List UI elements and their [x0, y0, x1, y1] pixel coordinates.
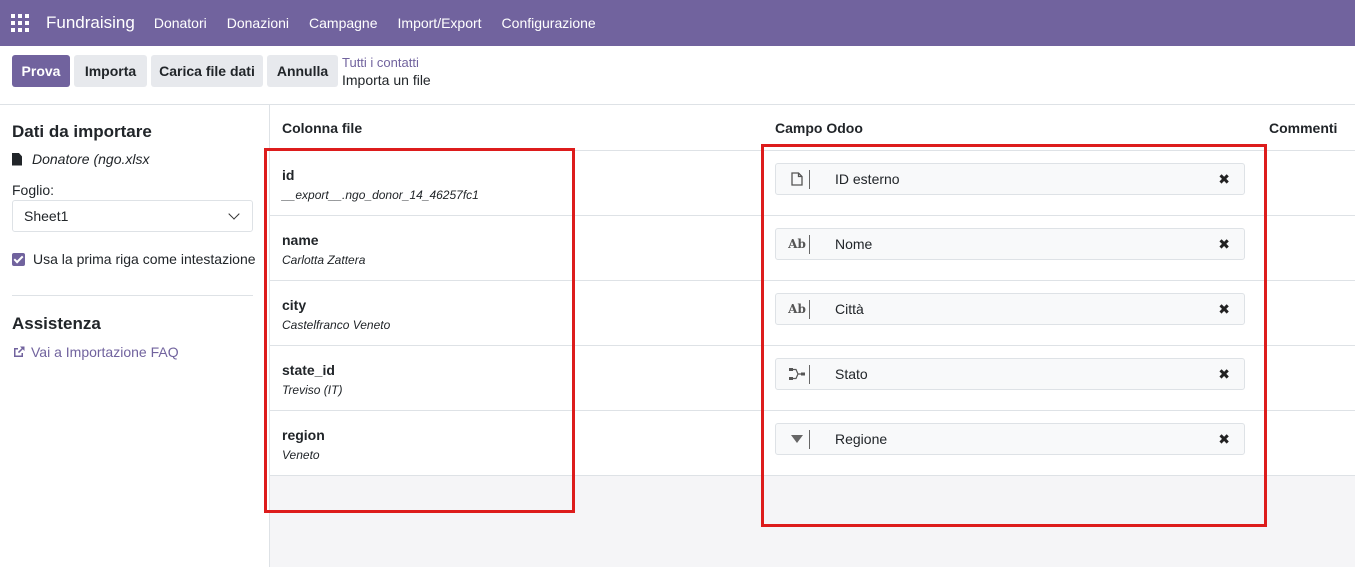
table-row: id __export__.ngo_donor_14_46257fc1 ID e…	[270, 151, 1355, 216]
sidebar-title: Dati da importare	[12, 122, 152, 141]
sheet-select[interactable]: Sheet1	[12, 200, 253, 232]
header-row-option[interactable]: Usa la prima riga come intestazione	[12, 251, 256, 267]
table-row: region Veneto Regione ✖	[270, 411, 1355, 476]
field-separator	[809, 170, 810, 189]
upload-file-button[interactable]: Carica file dati	[151, 55, 263, 87]
file-column-sample: __export__.ngo_donor_14_46257fc1	[282, 188, 479, 202]
odoo-field-label: Città	[835, 301, 864, 317]
field-separator	[809, 365, 810, 384]
header-row-checkbox-label: Usa la prima riga come intestazione	[33, 251, 256, 267]
mapping-table: Colonna file Campo Odoo Commenti id __ex…	[270, 105, 1355, 567]
selection-triangle-icon	[787, 431, 807, 447]
sheet-label: Foglio:	[12, 182, 55, 198]
file-column-name: name	[282, 232, 319, 248]
sheet-select-value: Sheet1	[24, 208, 69, 224]
file-row: Donatore (ngo.xlsx	[12, 151, 150, 167]
odoo-field-select[interactable]: Ab Città ✖	[775, 293, 1245, 325]
table-row: city Castelfranco Veneto Ab Città ✖	[270, 281, 1355, 346]
help-title: Assistenza	[12, 314, 101, 333]
file-column-sample: Veneto	[282, 448, 320, 462]
test-button[interactable]: Prova	[12, 55, 70, 87]
sidebar-divider	[12, 295, 253, 296]
odoo-field-label: ID esterno	[835, 171, 900, 187]
text-ab-icon: Ab	[788, 302, 806, 316]
odoo-field-select[interactable]: Stato ✖	[775, 358, 1245, 390]
header-comments: Commenti	[1269, 120, 1338, 136]
breadcrumb: Tutti i contatti Importa un file	[342, 55, 431, 89]
apps-grid-icon[interactable]	[11, 14, 29, 32]
cancel-button[interactable]: Annulla	[267, 55, 338, 87]
file-column-sample: Castelfranco Veneto	[282, 318, 391, 332]
file-column-name: state_id	[282, 362, 335, 378]
file-icon	[787, 171, 807, 187]
chevron-down-icon	[228, 208, 240, 220]
nav-item-import-export[interactable]: Import/Export	[388, 15, 492, 31]
field-separator	[809, 300, 810, 319]
odoo-field-select[interactable]: Regione ✖	[775, 423, 1245, 455]
odoo-field-label: Regione	[835, 431, 888, 447]
clear-field-icon[interactable]: ✖	[1218, 431, 1230, 448]
header-file-column: Colonna file	[282, 120, 363, 136]
external-link-icon	[14, 346, 25, 357]
file-column-name: city	[282, 297, 307, 313]
odoo-field-select[interactable]: ID esterno ✖	[775, 163, 1245, 195]
file-icon	[12, 152, 22, 166]
import-button[interactable]: Importa	[74, 55, 147, 87]
field-separator	[809, 430, 810, 449]
nav-item-donazioni[interactable]: Donazioni	[217, 15, 299, 31]
table-row: name Carlotta Zattera Ab Nome ✖	[270, 216, 1355, 281]
clear-field-icon[interactable]: ✖	[1218, 301, 1230, 318]
control-panel: Prova Importa Carica file dati Annulla T…	[0, 46, 1355, 105]
faq-link[interactable]: Vai a Importazione FAQ	[12, 344, 179, 360]
file-column-name: id	[282, 167, 295, 183]
odoo-field-label: Stato	[835, 366, 868, 382]
clear-field-icon[interactable]: ✖	[1218, 236, 1230, 253]
odoo-field-select[interactable]: Ab Nome ✖	[775, 228, 1245, 260]
nav-item-donatori[interactable]: Donatori	[144, 15, 217, 31]
clear-field-icon[interactable]: ✖	[1218, 171, 1230, 188]
import-sidebar: Dati da importare Donatore (ngo.xlsx Fog…	[0, 105, 270, 567]
header-odoo-field: Campo Odoo	[775, 120, 863, 136]
breadcrumb-current: Importa un file	[342, 72, 431, 88]
app-brand[interactable]: Fundraising	[46, 13, 135, 33]
top-navbar: Fundraising Donatori Donazioni Campagne …	[0, 0, 1355, 46]
text-ab-icon: Ab	[788, 237, 806, 251]
odoo-field-label: Nome	[835, 236, 873, 252]
faq-link-label: Vai a Importazione FAQ	[31, 344, 179, 360]
file-column-sample: Treviso (IT)	[282, 383, 343, 397]
table-header: Colonna file Campo Odoo Commenti	[270, 105, 1355, 151]
breadcrumb-parent-link[interactable]: Tutti i contatti	[342, 55, 431, 71]
header-row-checkbox[interactable]	[12, 252, 25, 266]
relation-icon	[787, 366, 807, 382]
field-separator	[809, 235, 810, 254]
file-column-sample: Carlotta Zattera	[282, 253, 366, 267]
table-row: state_id Treviso (IT) Stato ✖	[270, 346, 1355, 411]
nav-item-configurazione[interactable]: Configurazione	[492, 15, 606, 31]
clear-field-icon[interactable]: ✖	[1218, 366, 1230, 383]
file-column-name: region	[282, 427, 325, 443]
nav-item-campagne[interactable]: Campagne	[299, 15, 388, 31]
file-name: Donatore (ngo.xlsx	[32, 151, 150, 167]
